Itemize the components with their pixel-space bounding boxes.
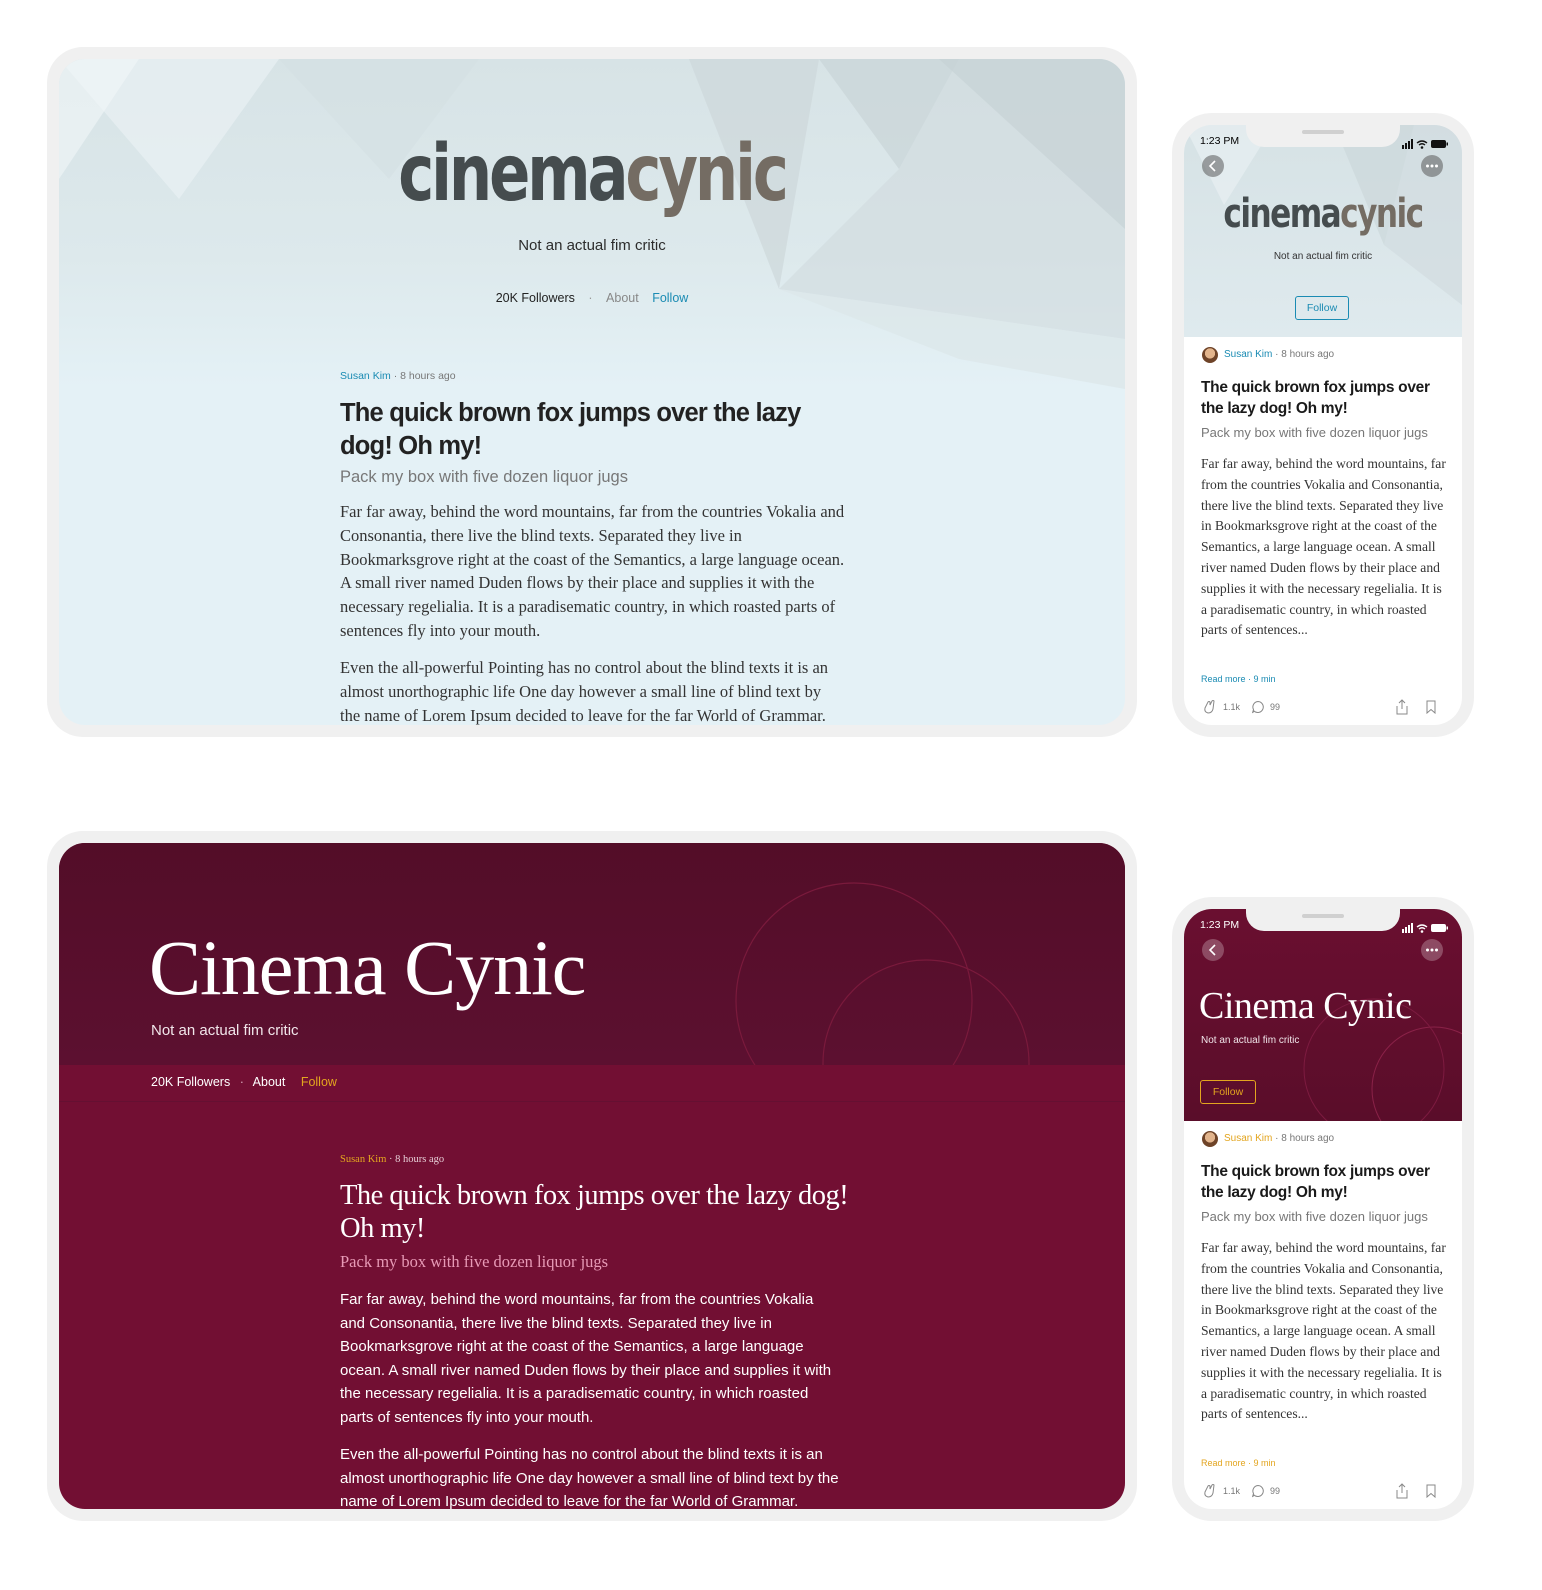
chevron-left-icon xyxy=(1208,944,1216,956)
about-link[interactable]: About xyxy=(606,291,639,305)
status-icons xyxy=(1402,136,1448,154)
comment-icon[interactable] xyxy=(1251,1484,1265,1498)
status-time: 1:23 PM xyxy=(1200,135,1240,147)
phone-follow-button[interactable]: Follow xyxy=(1200,1080,1256,1104)
status-time: 1:23 PM xyxy=(1200,919,1240,931)
back-button[interactable] xyxy=(1202,155,1224,177)
status-icons xyxy=(1402,920,1448,938)
clap-icon[interactable] xyxy=(1201,699,1217,715)
blog-nav-bar: 20K Followers · About Follow xyxy=(59,1065,1125,1102)
phone-notch xyxy=(1246,125,1400,147)
phone-notch xyxy=(1246,909,1400,931)
about-link[interactable]: About xyxy=(253,1075,286,1089)
post-actions: 1.1k 99 xyxy=(1201,1483,1451,1501)
post-time: 8 hours ago xyxy=(1281,1133,1335,1144)
phone-follow-button[interactable]: Follow xyxy=(1295,296,1349,320)
post-title[interactable]: The quick brown fox jumps over the lazy … xyxy=(340,1179,850,1245)
clap-count: 1.1k xyxy=(1223,1486,1241,1496)
signal-wifi-battery-icon xyxy=(1402,139,1448,149)
phone-tagline: Not an actual fim critic xyxy=(1201,1035,1300,1046)
polygon-pattern xyxy=(59,59,1125,389)
post-time: 8 hours ago xyxy=(395,1154,445,1165)
nav-separator: · xyxy=(239,1075,244,1089)
post-subtitle: Pack my box with five dozen liquor jugs xyxy=(1201,1209,1428,1224)
back-button[interactable] xyxy=(1202,939,1224,961)
hero-background xyxy=(59,59,1125,389)
blog-logo: Cinema Cynic xyxy=(149,924,586,1011)
post-subtitle: Pack my box with five dozen liquor jugs xyxy=(340,1252,609,1271)
clap-count: 1.1k xyxy=(1223,702,1241,712)
phone-light-screen: 1:23 PM cinemacynic Not an actual fim cr… xyxy=(1184,125,1462,725)
blog-logo: cinemacynic xyxy=(398,129,789,219)
post-meta: Susan Kim · 8 hours ago xyxy=(1224,349,1335,360)
post-body-paragraph-2: Even the all-powerful Pointing has no co… xyxy=(340,658,829,725)
phone-tagline: Not an actual fim critic xyxy=(1273,251,1373,262)
more-button[interactable] xyxy=(1421,939,1443,961)
follow-link[interactable]: Follow xyxy=(652,291,688,305)
post-meta: Susan Kim · 8 hours ago xyxy=(340,1154,445,1165)
post-actions: 1.1k 99 xyxy=(1201,699,1451,717)
author-link[interactable]: Susan Kim xyxy=(1224,1133,1272,1144)
phone-dark-screen: 1:23 PM Cinema Cynic Not an actual fim c… xyxy=(1184,909,1462,1509)
author-link[interactable]: Susan Kim xyxy=(340,370,391,382)
follow-link[interactable]: Follow xyxy=(301,1075,337,1089)
post-subtitle: Pack my box with five dozen liquor jugs xyxy=(340,468,628,486)
signal-wifi-battery-icon xyxy=(1402,923,1448,933)
post-body-paragraph-1: Far far away, behind the word mountains,… xyxy=(340,1291,832,1426)
blog-tagline: Not an actual fim critic xyxy=(518,237,666,254)
phone-blog-logo: Cinema Cynic xyxy=(1199,985,1412,1027)
avatar[interactable] xyxy=(1202,1131,1218,1147)
bookmark-icon[interactable] xyxy=(1425,700,1437,714)
desktop-dark-screen: Cinema Cynic Not an actual fim critic 20… xyxy=(59,843,1125,1509)
author-link[interactable]: Susan Kim xyxy=(340,1154,386,1165)
author-link[interactable]: Susan Kim xyxy=(1224,349,1272,360)
comment-icon[interactable] xyxy=(1251,700,1265,714)
post-subtitle: Pack my box with five dozen liquor jugs xyxy=(1201,425,1428,440)
chevron-left-icon xyxy=(1208,160,1216,172)
comment-count: 99 xyxy=(1270,1486,1281,1496)
post-meta: Susan Kim · 8 hours ago xyxy=(1224,1133,1335,1144)
blog-tagline: Not an actual fim critic xyxy=(151,1022,299,1039)
more-dots-icon xyxy=(1426,164,1438,168)
post-title[interactable]: The quick brown fox jumps over the lazy … xyxy=(1201,377,1451,419)
comment-count: 99 xyxy=(1270,702,1281,712)
more-button[interactable] xyxy=(1421,155,1443,177)
post-body: Far far away, behind the word mountains,… xyxy=(1201,456,1446,638)
desktop-light-screen: cinemacynic Not an actual fim critic 20K… xyxy=(59,59,1125,725)
followers-count[interactable]: 20K Followers xyxy=(151,1075,230,1089)
post-body-paragraph-1: Far far away, behind the word mountains,… xyxy=(340,502,845,640)
post-time: 8 hours ago xyxy=(400,370,456,382)
post-body: Far far away, behind the word mountains,… xyxy=(1201,1240,1446,1422)
post-time: 8 hours ago xyxy=(1281,349,1335,360)
read-more-link[interactable]: Read more · 9 min xyxy=(1201,674,1276,684)
followers-count[interactable]: 20K Followers xyxy=(496,291,575,305)
nav-separator: · xyxy=(588,291,593,305)
more-dots-icon xyxy=(1426,948,1438,952)
share-icon[interactable] xyxy=(1395,1483,1409,1499)
read-more-link[interactable]: Read more · 9 min xyxy=(1201,1458,1276,1468)
post-title[interactable]: The quick brown fox jumps over the lazy … xyxy=(340,397,840,463)
post-body-paragraph-2: Even the all-powerful Pointing has no co… xyxy=(340,1446,839,1509)
blog-nav: 20K Followers · About Follow xyxy=(151,1075,337,1089)
blog-nav: 20K Followers · About Follow xyxy=(59,291,1125,305)
clap-icon[interactable] xyxy=(1201,1483,1217,1499)
avatar[interactable] xyxy=(1202,347,1218,363)
share-icon[interactable] xyxy=(1395,699,1409,715)
bookmark-icon[interactable] xyxy=(1425,1484,1437,1498)
phone-blog-logo: cinemacynic xyxy=(1223,191,1424,237)
post-meta: Susan Kim · 8 hours ago xyxy=(340,370,456,382)
post-title[interactable]: The quick brown fox jumps over the lazy … xyxy=(1201,1161,1451,1203)
